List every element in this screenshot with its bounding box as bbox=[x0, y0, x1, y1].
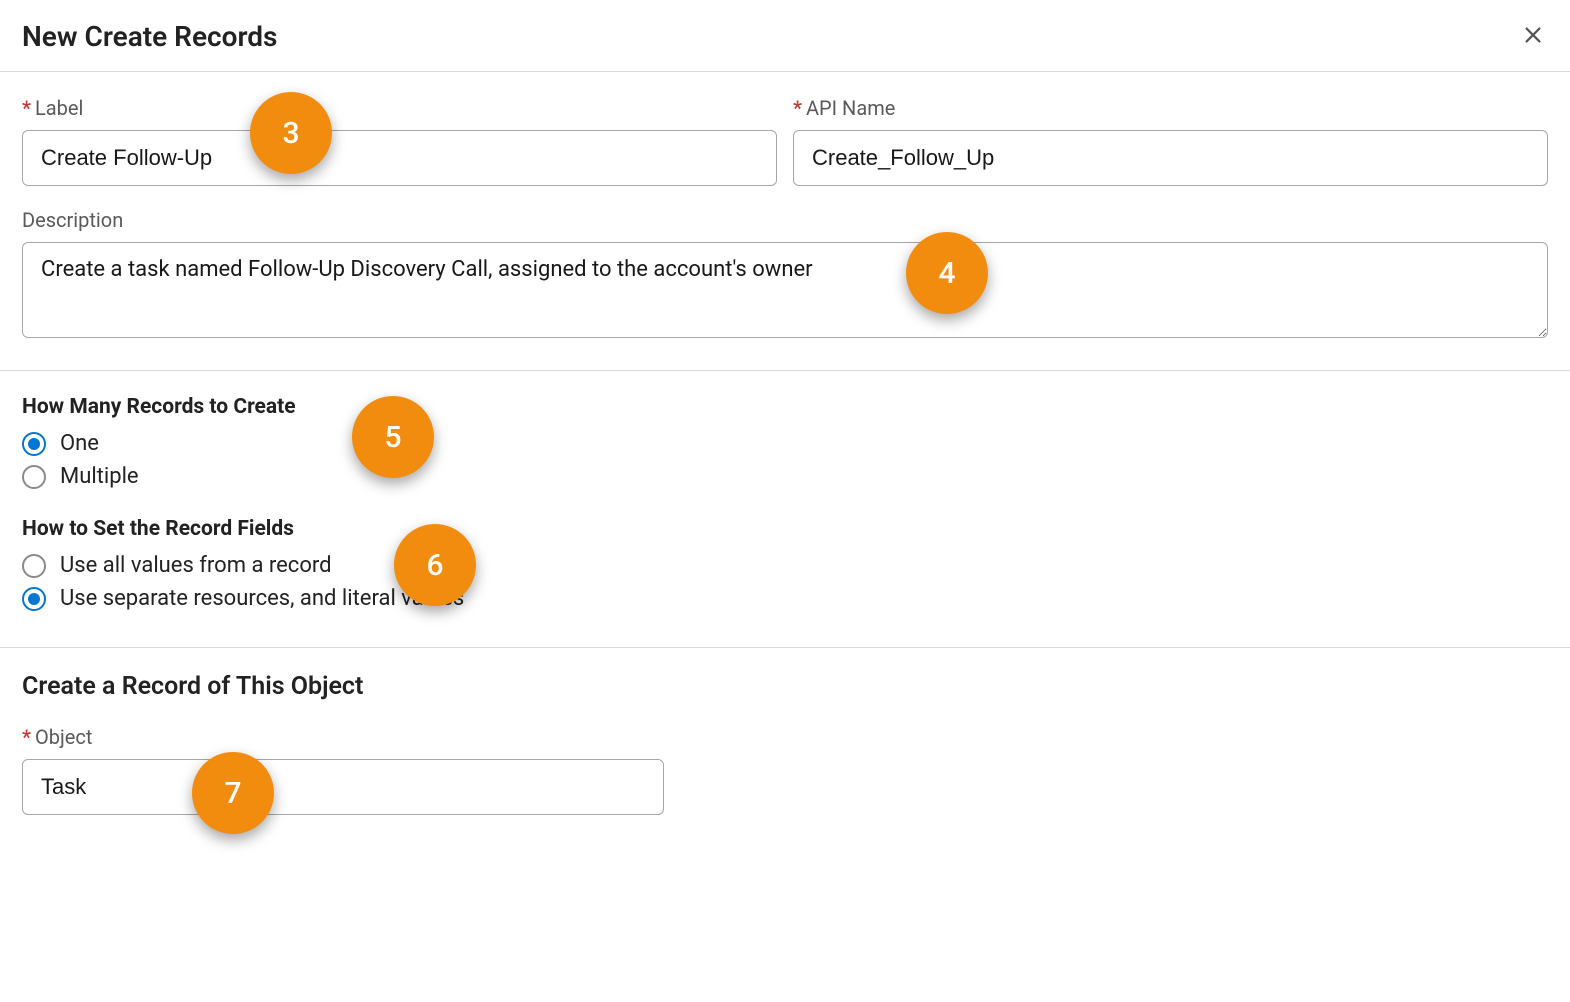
object-section: Create a Record of This Object Object bbox=[0, 648, 1570, 843]
how-many-heading: How Many Records to Create bbox=[22, 395, 1548, 419]
apiname-input[interactable] bbox=[793, 130, 1548, 186]
how-set-separate-row[interactable]: Use separate resources, and literal valu… bbox=[22, 586, 1548, 611]
how-set-allvalues-row[interactable]: Use all values from a record bbox=[22, 553, 1548, 578]
record-options-section: How Many Records to Create One Multiple … bbox=[0, 371, 1570, 647]
how-many-multiple-radio[interactable] bbox=[22, 465, 46, 489]
how-many-group: How Many Records to Create One Multiple bbox=[22, 395, 1548, 489]
label-input[interactable] bbox=[22, 130, 777, 186]
label-field-label: Label bbox=[22, 96, 777, 120]
close-icon bbox=[1522, 24, 1544, 49]
close-button[interactable] bbox=[1518, 20, 1548, 53]
object-input[interactable] bbox=[22, 759, 664, 815]
how-many-one-radio[interactable] bbox=[22, 432, 46, 456]
how-set-allvalues-label: Use all values from a record bbox=[60, 553, 332, 578]
how-set-group: How to Set the Record Fields Use all val… bbox=[22, 517, 1548, 611]
how-set-allvalues-radio[interactable] bbox=[22, 554, 46, 578]
dialog-root: New Create Records Label API Name Descri… bbox=[0, 0, 1570, 843]
object-field-wrap: Object bbox=[22, 725, 664, 815]
object-section-heading: Create a Record of This Object bbox=[22, 672, 1548, 701]
basic-info-section: Label API Name Description bbox=[0, 72, 1570, 370]
dialog-header: New Create Records bbox=[0, 0, 1570, 72]
how-set-separate-label: Use separate resources, and literal valu… bbox=[60, 586, 464, 611]
object-field-label: Object bbox=[22, 725, 92, 749]
apiname-field-label: API Name bbox=[793, 96, 1548, 120]
description-field-label: Description bbox=[22, 208, 123, 232]
description-field-wrap: Description bbox=[22, 208, 1548, 342]
dialog-title: New Create Records bbox=[22, 20, 277, 53]
how-set-heading: How to Set the Record Fields bbox=[22, 517, 1548, 541]
apiname-field-wrap: API Name bbox=[793, 96, 1548, 186]
how-many-one-label: One bbox=[60, 431, 99, 456]
how-many-multiple-row[interactable]: Multiple bbox=[22, 464, 1548, 489]
label-field-wrap: Label bbox=[22, 96, 777, 186]
how-many-one-row[interactable]: One bbox=[22, 431, 1548, 456]
description-textarea[interactable] bbox=[22, 242, 1548, 338]
how-many-multiple-label: Multiple bbox=[60, 464, 139, 489]
how-set-separate-radio[interactable] bbox=[22, 587, 46, 611]
